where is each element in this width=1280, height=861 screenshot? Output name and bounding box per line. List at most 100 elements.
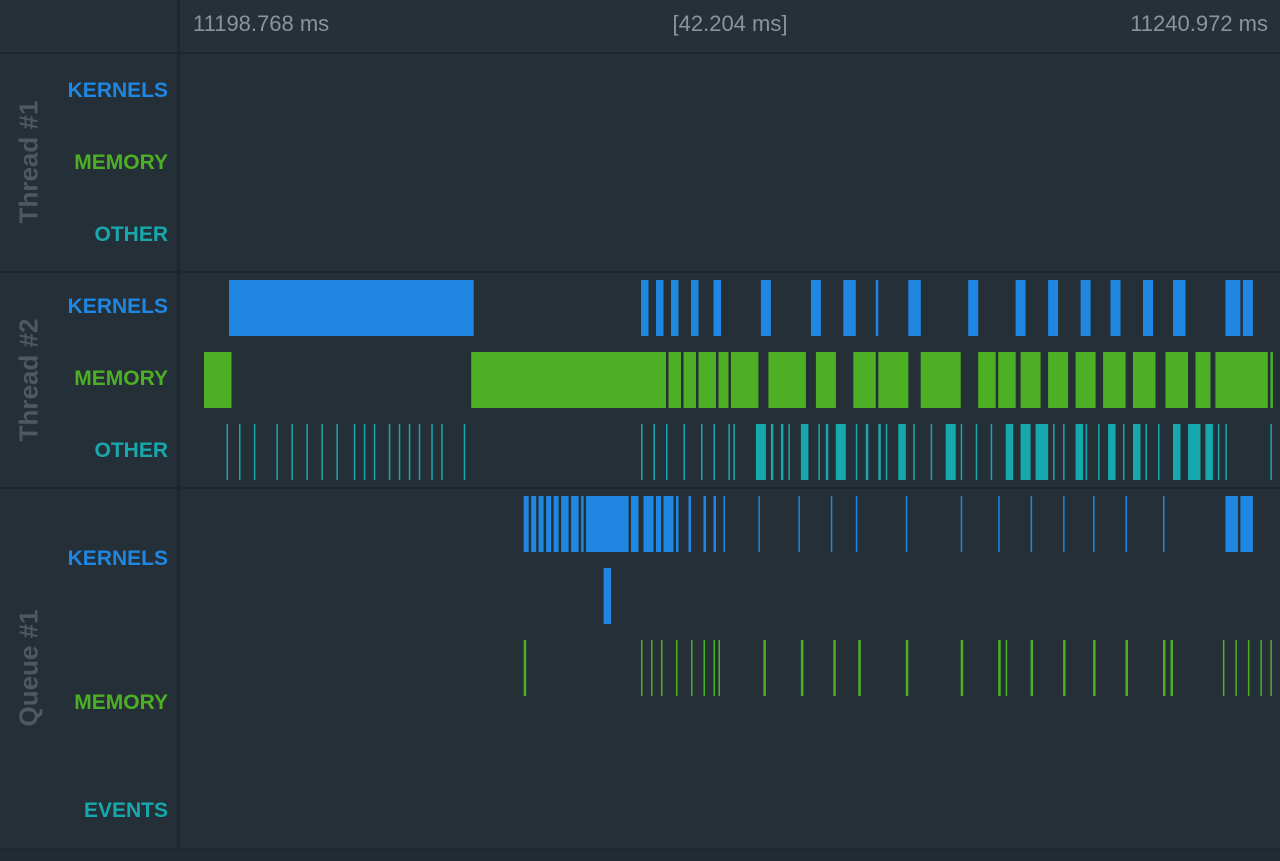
horizontal-scrollbar[interactable] [0, 848, 1280, 861]
t2-other-event[interactable] [960, 424, 963, 480]
q1-memory-event[interactable] [691, 640, 693, 696]
q1-kernels-event[interactable] [656, 496, 661, 552]
q1-kernels-event[interactable] [1225, 496, 1238, 552]
q1-kernels-event[interactable] [663, 496, 674, 552]
t2-other-event[interactable] [666, 424, 668, 480]
t2-other-event[interactable] [1085, 424, 1088, 480]
t2-other-event[interactable] [641, 424, 643, 480]
q1-kernels-event[interactable] [758, 496, 760, 552]
q1-memory-event[interactable] [763, 640, 766, 696]
t2-other-event[interactable] [885, 424, 888, 480]
t2-other-event[interactable] [226, 424, 229, 480]
t2-memory-event[interactable] [998, 352, 1016, 408]
t2-memory-event[interactable] [1020, 352, 1041, 408]
t2-other-event[interactable] [1075, 424, 1084, 480]
t2-other-event[interactable] [431, 424, 433, 480]
t2-memory-event[interactable] [1048, 352, 1069, 408]
t2-other-event[interactable] [239, 424, 241, 480]
t2-other-event[interactable] [835, 424, 846, 480]
q1-memory-event[interactable] [713, 640, 716, 696]
t2-kernels-event[interactable] [1048, 280, 1059, 336]
t2-memory-event[interactable] [768, 352, 806, 408]
q1-kernels-event[interactable] [1030, 496, 1033, 552]
t2-memory-event[interactable] [920, 352, 961, 408]
t2-other-event[interactable] [683, 424, 686, 480]
t2-other-event[interactable] [1225, 424, 1227, 480]
t2-other-event[interactable] [701, 424, 703, 480]
t2-memory-event[interactable] [1103, 352, 1126, 408]
t2-memory-event[interactable] [1075, 352, 1096, 408]
t2-other-event[interactable] [1145, 424, 1148, 480]
q1-kernels-event[interactable] [538, 496, 544, 552]
q1-kernels-event[interactable] [960, 496, 963, 552]
q1-memory-event[interactable] [1005, 640, 1008, 696]
t2-kernels-event[interactable] [641, 280, 649, 336]
t2-other-event[interactable] [855, 424, 858, 480]
t2-other-event[interactable] [1053, 424, 1055, 480]
t2-memory-event[interactable] [471, 352, 666, 408]
q1-memory-event[interactable] [1063, 640, 1066, 696]
q1-memory-event[interactable] [1247, 640, 1250, 696]
t2-kernels-event[interactable] [1225, 280, 1241, 336]
q1-kernels-event[interactable] [523, 496, 529, 552]
t2-other-event[interactable] [1205, 424, 1213, 480]
q1-kernels-event[interactable] [581, 496, 584, 552]
t2-other-event[interactable] [321, 424, 323, 480]
t2-other-event[interactable] [363, 424, 366, 480]
q1-memory-event[interactable] [703, 640, 706, 696]
t2-other-event[interactable] [865, 424, 869, 480]
t2-other-event[interactable] [291, 424, 293, 480]
q1-memory-event[interactable] [905, 640, 909, 696]
t2-memory-event[interactable] [668, 352, 682, 408]
q1-memory-event[interactable] [1260, 640, 1262, 696]
q1-memory-event[interactable] [1163, 640, 1166, 696]
q1-kernels-event[interactable] [798, 496, 800, 552]
q1-kernels-event[interactable] [855, 496, 858, 552]
q1-kernels-event[interactable] [1163, 496, 1165, 552]
q1-memory-event[interactable] [523, 640, 527, 696]
t2-kernels-event[interactable] [1173, 280, 1186, 336]
t2-memory-event[interactable] [978, 352, 996, 408]
t2-other-event[interactable] [780, 424, 784, 480]
q1-kernels-event[interactable] [723, 496, 726, 552]
q1-kernels-event[interactable] [631, 496, 639, 552]
q1-memory-event[interactable] [1170, 640, 1174, 696]
q1-kernels-event[interactable] [676, 496, 679, 552]
t2-other-event[interactable] [788, 424, 790, 480]
t2-other-event[interactable] [825, 424, 829, 480]
t2-memory-event[interactable] [1215, 352, 1268, 408]
q1-kernels-event[interactable] [531, 496, 537, 552]
t2-memory-event[interactable] [815, 352, 836, 408]
t2-kernels-event[interactable] [843, 280, 856, 336]
t2-kernels-event[interactable] [968, 280, 979, 336]
t2-other-event[interactable] [878, 424, 881, 480]
t2-other-event[interactable] [1098, 424, 1100, 480]
q1-kernels-event[interactable] [998, 496, 1000, 552]
t2-other-event[interactable] [418, 424, 421, 480]
t2-memory-event[interactable] [878, 352, 909, 408]
t2-other-event[interactable] [1123, 424, 1125, 480]
t2-kernels-event[interactable] [229, 280, 474, 336]
q1-kernels-event[interactable] [586, 496, 629, 552]
timeline-canvas[interactable] [0, 0, 1280, 860]
t2-memory-event[interactable] [1165, 352, 1189, 408]
q1-memory-event[interactable] [661, 640, 663, 696]
q1-memory-event[interactable] [998, 640, 1001, 696]
q1-kernels-2-event[interactable] [603, 568, 612, 624]
q1-kernels-event[interactable] [1125, 496, 1128, 552]
q1-kernels-event[interactable] [713, 496, 717, 552]
q1-kernels-event[interactable] [1093, 496, 1095, 552]
q1-kernels-event[interactable] [553, 496, 559, 552]
q1-memory-event[interactable] [641, 640, 643, 696]
t2-other-event[interactable] [770, 424, 774, 480]
t2-other-event[interactable] [1133, 424, 1141, 480]
t2-kernels-event[interactable] [691, 280, 699, 336]
t2-other-event[interactable] [913, 424, 915, 480]
t2-other-event[interactable] [306, 424, 308, 480]
t2-kernels-event[interactable] [875, 280, 879, 336]
t2-other-event[interactable] [373, 424, 376, 480]
t2-kernels-event[interactable] [1015, 280, 1026, 336]
q1-memory-event[interactable] [718, 640, 721, 696]
t2-kernels-event[interactable] [713, 280, 722, 336]
t2-other-event[interactable] [1108, 424, 1116, 480]
